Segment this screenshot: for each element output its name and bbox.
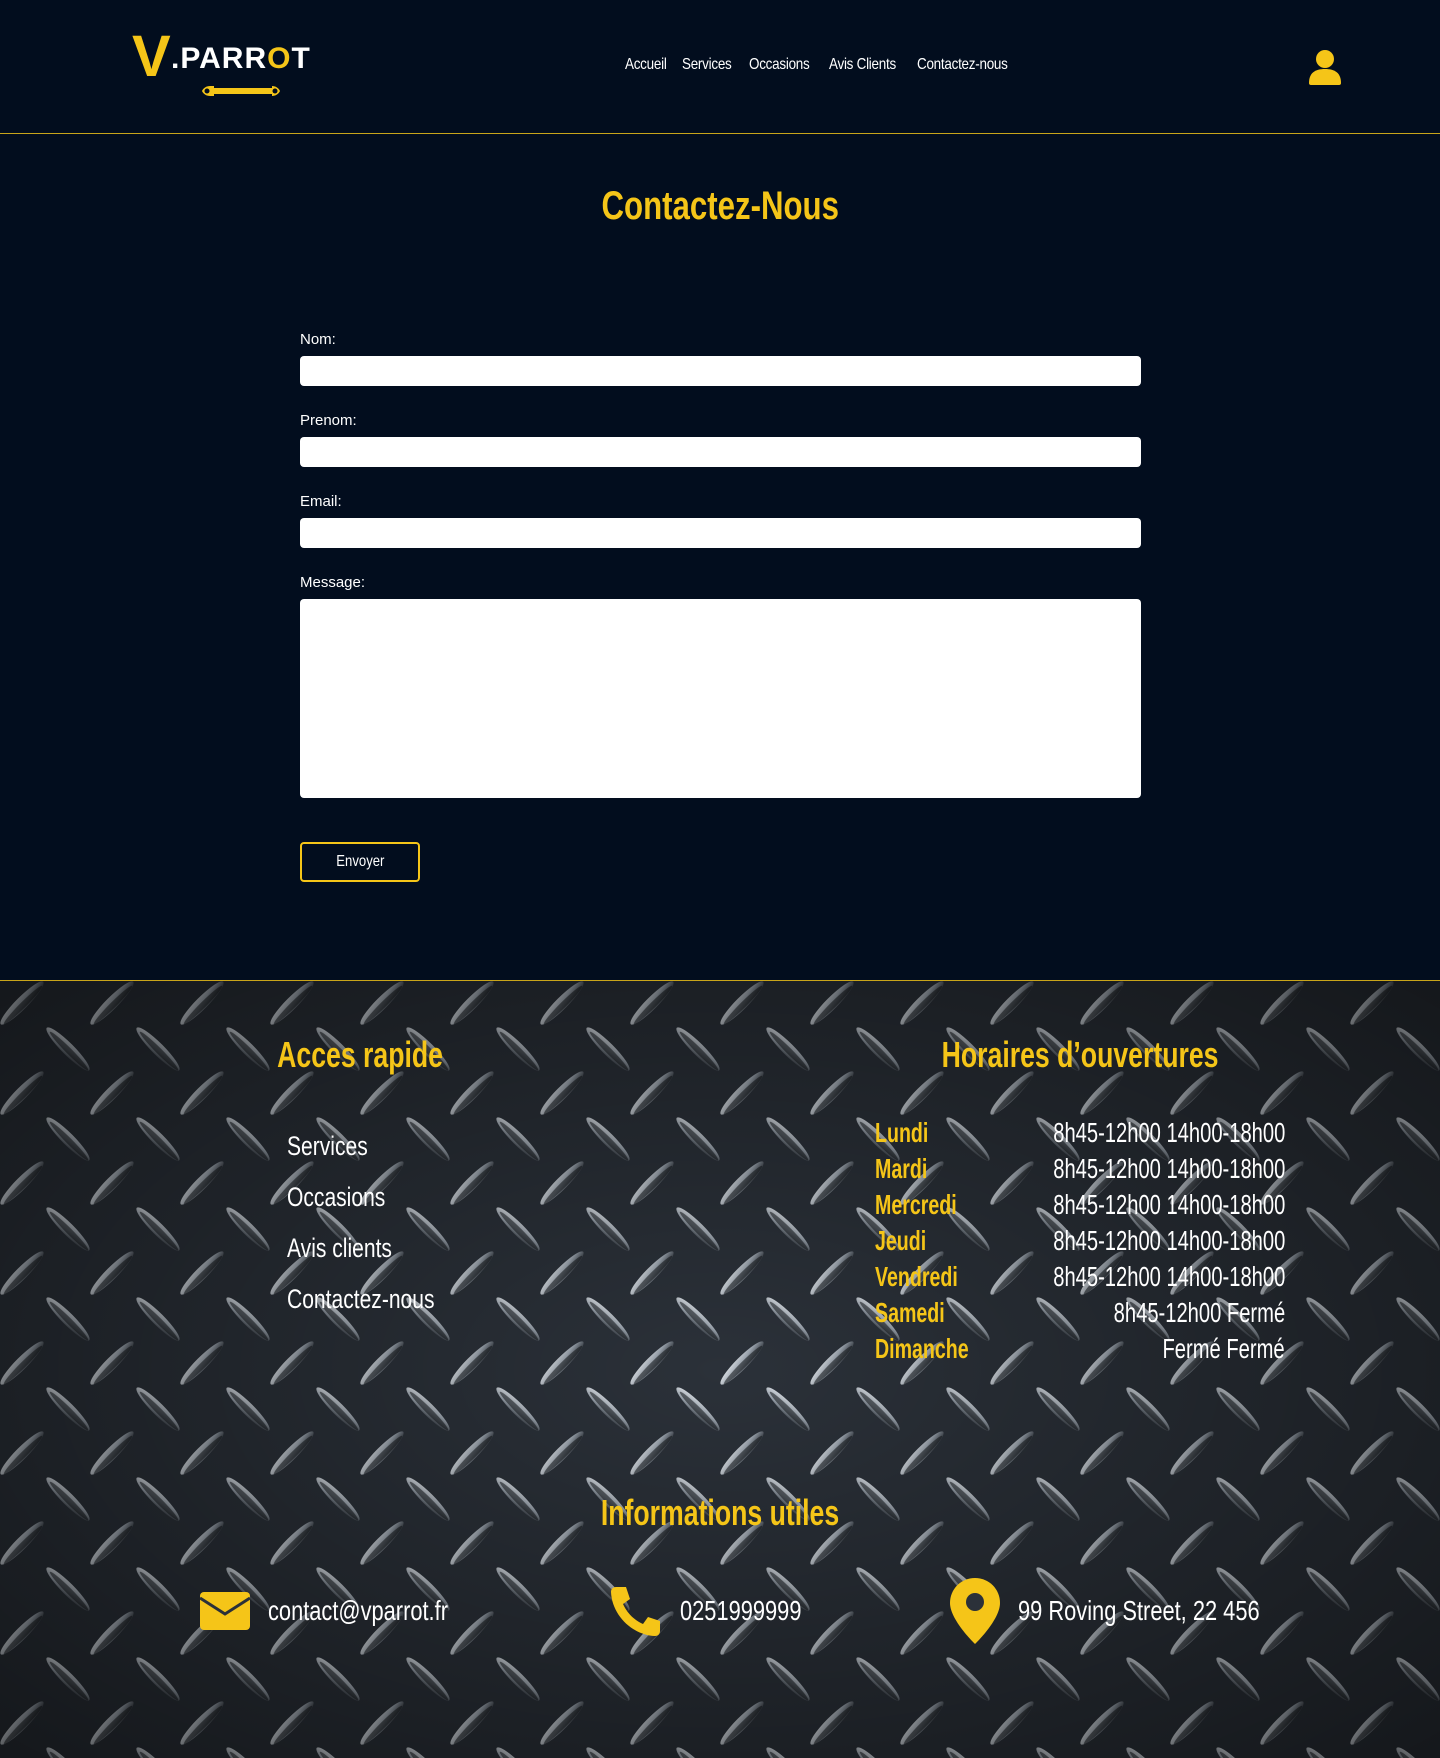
- quick-link-contactez-nous[interactable]: Contactez-nous: [287, 1274, 476, 1325]
- info-title: Informations utiles: [600, 1492, 840, 1533]
- envelope-icon: [200, 1592, 250, 1630]
- message-field-group: Message:: [300, 573, 1141, 798]
- hours-day: Samedi: [875, 1297, 945, 1328]
- nav-link-contactez-nous[interactable]: Contactez-nous: [917, 56, 1008, 74]
- hours-title: Horaires d’ouvertures: [941, 1034, 1219, 1075]
- hours-table: Lundi 8h45-12h00 14h00-18h00 Mardi 8h45-…: [875, 1115, 1285, 1367]
- send-button-label: Envoyer: [335, 853, 385, 870]
- email-input[interactable]: [300, 518, 1141, 548]
- site-footer: Acces rapide Services Occasions Avis cli…: [0, 980, 1440, 1758]
- nav-link-occasions[interactable]: Occasions: [749, 56, 810, 74]
- quick-link-occasions[interactable]: Occasions: [287, 1172, 476, 1223]
- quick-access-title: Acces rapide: [277, 1034, 443, 1075]
- hours-times: 8h45-12h00 14h00-18h00: [1052, 1225, 1285, 1256]
- hours-row: Mardi 8h45-12h00 14h00-18h00: [875, 1151, 1285, 1187]
- info-address-text: 99 Roving Street, 22 456: [1018, 1595, 1260, 1626]
- hours-times: 8h45-12h00 14h00-18h00: [1052, 1261, 1285, 1292]
- hours-times: 8h45-12h00 Fermé: [1113, 1297, 1285, 1328]
- nom-label: Nom:: [300, 331, 336, 348]
- logo-letter: V: [132, 24, 171, 89]
- info-address[interactable]: 99 Roving Street, 22 456: [950, 1578, 1328, 1644]
- prenom-field-group: Prenom:: [300, 411, 1141, 467]
- send-button[interactable]: Envoyer: [300, 842, 420, 882]
- hours-times: 8h45-12h00 14h00-18h00: [1052, 1189, 1285, 1220]
- message-label: Message:: [300, 574, 366, 591]
- email-field-group: Email:: [300, 492, 1141, 548]
- site-header: V .PARROT Accueil Services Occasions Avi…: [0, 0, 1440, 134]
- info-email[interactable]: contact@vparrot.fr: [200, 1579, 499, 1643]
- page-title: Contactez-Nous: [601, 184, 839, 228]
- hours-times: 8h45-12h00 14h00-18h00: [1052, 1117, 1285, 1148]
- nom-field-group: Nom:: [300, 330, 1141, 386]
- hours-day: Dimanche: [875, 1333, 969, 1364]
- quick-access-list: Services Occasions Avis clients Contacte…: [287, 1121, 476, 1325]
- main-nav: Accueil Services Occasions Avis Clients …: [625, 56, 1013, 74]
- phone-icon: [611, 1587, 660, 1636]
- logo-name: .PARROT: [171, 42, 311, 76]
- logo-name-post: T: [291, 42, 311, 75]
- quick-link-avis-clients[interactable]: Avis clients: [287, 1223, 476, 1274]
- info-phone[interactable]: 0251999999: [610, 1579, 836, 1643]
- hours-row: Samedi 8h45-12h00 Fermé: [875, 1295, 1285, 1331]
- hours-day: Mercredi: [875, 1189, 957, 1220]
- nav-link-avis-clients[interactable]: Avis Clients: [829, 56, 896, 74]
- map-pin-icon: [950, 1578, 1000, 1644]
- hours-row: Lundi 8h45-12h00 14h00-18h00: [875, 1115, 1285, 1151]
- quick-link-services[interactable]: Services: [287, 1121, 476, 1172]
- nom-input[interactable]: [300, 356, 1141, 386]
- hours-day: Mardi: [875, 1153, 928, 1184]
- prenom-label: Prenom:: [300, 412, 357, 429]
- wrench-icon: [202, 86, 280, 96]
- email-label: Email:: [300, 493, 342, 510]
- info-phone-text: 0251999999: [680, 1595, 802, 1626]
- contact-form: Nom: Prenom: Email: Message:: [300, 330, 1141, 823]
- logo[interactable]: V .PARROT: [130, 28, 325, 108]
- prenom-input[interactable]: [300, 437, 1141, 467]
- nav-link-services[interactable]: Services: [682, 56, 732, 74]
- logo-name-o: O: [267, 42, 292, 75]
- info-email-text: contact@vparrot.fr: [268, 1595, 448, 1626]
- hours-day: Vendredi: [875, 1261, 958, 1292]
- user-icon[interactable]: [1309, 49, 1341, 85]
- hours-row: Mercredi 8h45-12h00 14h00-18h00: [875, 1187, 1285, 1223]
- hours-times: 8h45-12h00 14h00-18h00: [1052, 1153, 1285, 1184]
- hours-day: Jeudi: [875, 1225, 927, 1256]
- logo-name-pre: .PARR: [171, 42, 268, 75]
- hours-row: Vendredi 8h45-12h00 14h00-18h00: [875, 1259, 1285, 1295]
- hours-row: Dimanche Fermé Fermé: [875, 1331, 1285, 1367]
- message-textarea[interactable]: [300, 599, 1141, 798]
- hours-times: Fermé Fermé: [1162, 1333, 1285, 1364]
- hours-day: Lundi: [875, 1117, 929, 1148]
- hours-row: Jeudi 8h45-12h00 14h00-18h00: [875, 1223, 1285, 1259]
- nav-link-accueil[interactable]: Accueil: [625, 56, 667, 74]
